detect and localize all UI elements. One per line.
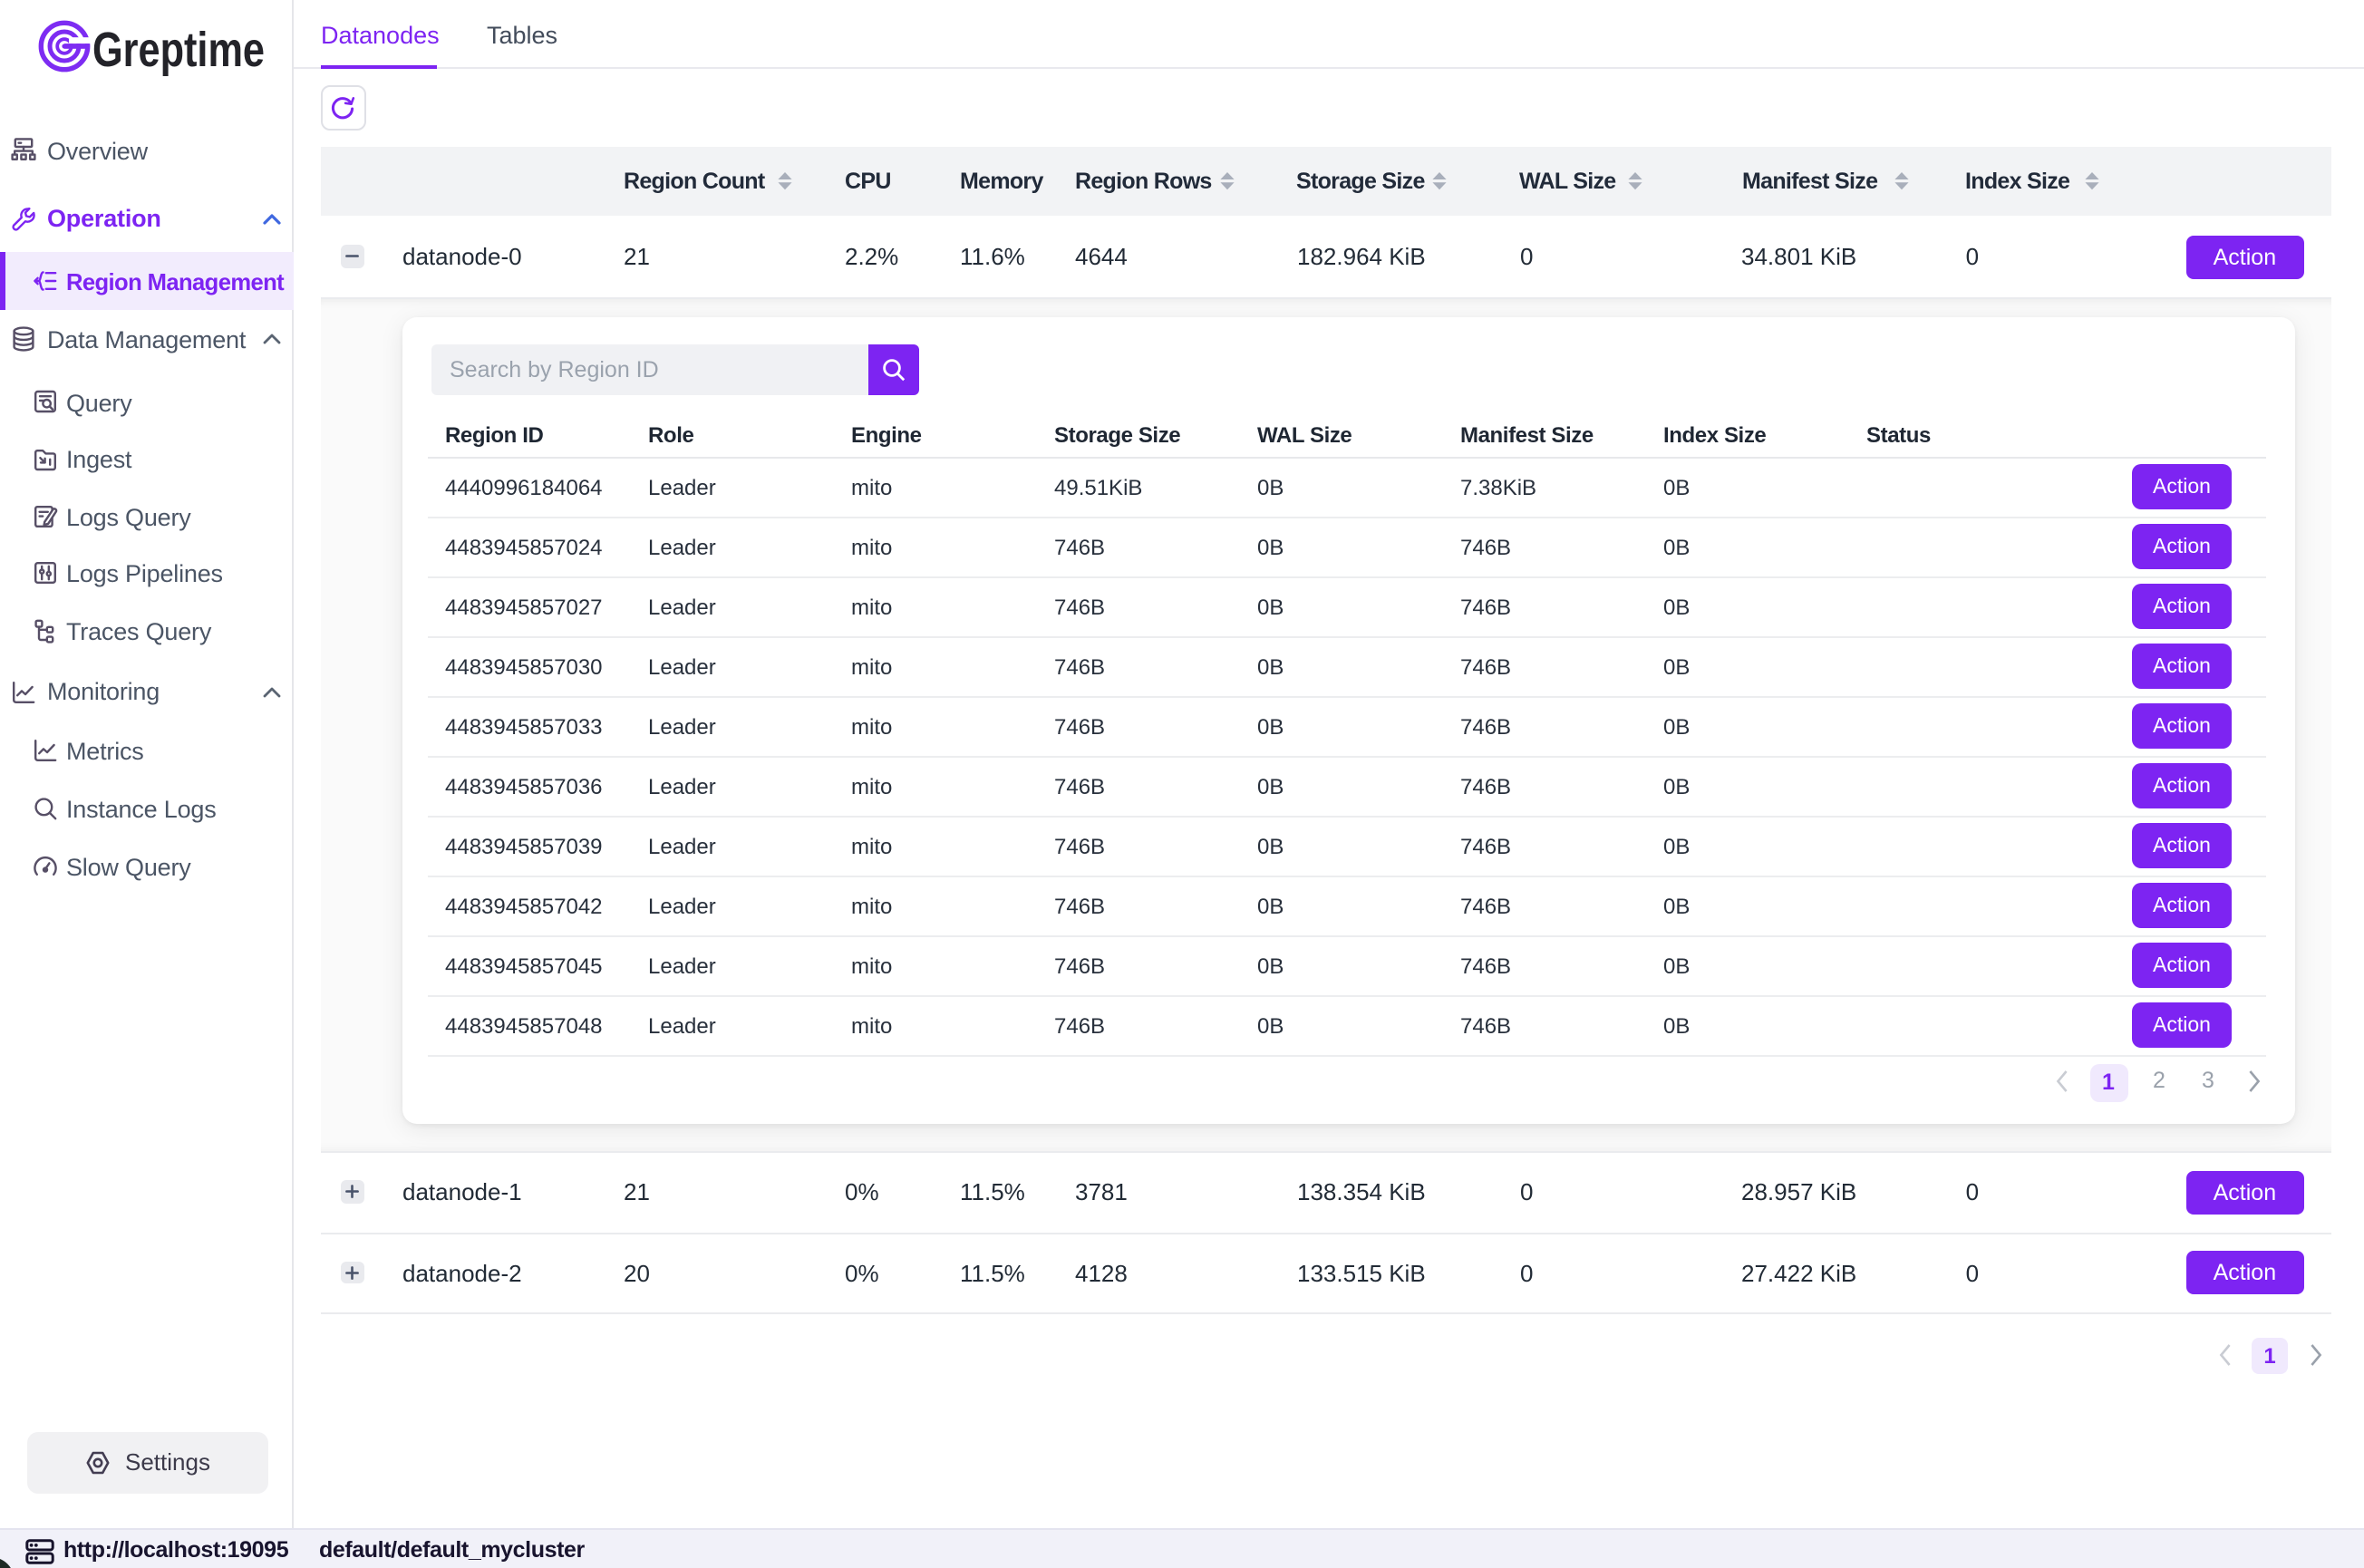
svg-text:Greptime: Greptime <box>92 23 265 77</box>
